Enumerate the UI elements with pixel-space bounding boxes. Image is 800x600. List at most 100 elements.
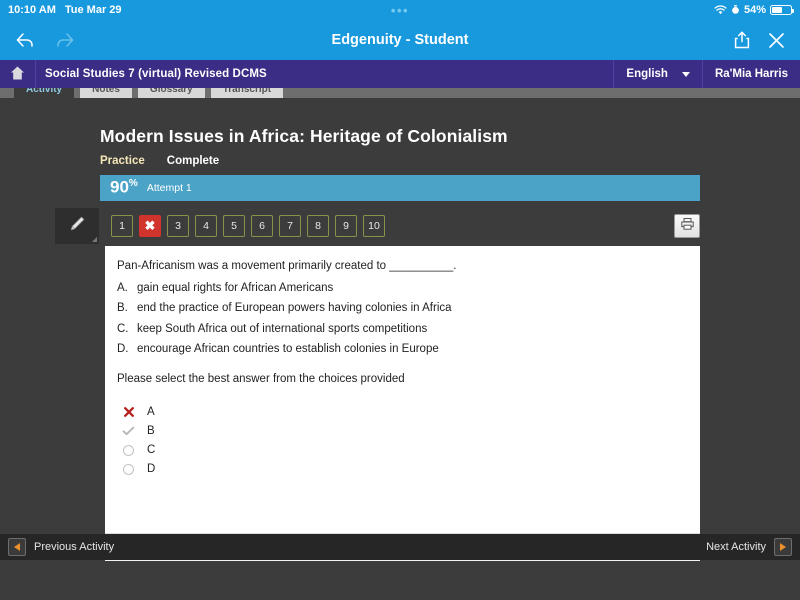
tab-glossary[interactable]: Glossary [137,88,205,98]
question-button-7-label: 7 [287,220,293,232]
tab-notes-label: Notes [92,88,120,95]
previous-triangle-icon [8,538,26,556]
next-triangle-icon [774,538,792,556]
lesson-type-label: Practice [100,155,145,167]
browser-actions [733,30,786,50]
next-activity-button[interactable]: Next Activity [706,538,792,556]
ios-status-bar: 10:10 AM Tue Mar 29 ••• 54% [0,0,800,20]
question-prompt: Please select the best answer from the c… [117,372,405,385]
battery-percent: 54% [743,4,766,16]
status-bar-left: 10:10 AM Tue Mar 29 [8,4,122,16]
radio-unselected-icon-d [122,463,135,475]
answer-option-d-label: D [147,463,156,475]
choice-b-text: end the practice of European powers havi… [137,302,452,315]
correct-check-icon [122,425,135,437]
choice-a-letter: A. [117,282,128,294]
tab-glossary-label: Glossary [149,88,193,95]
question-button-1-label: 1 [119,220,125,232]
chevron-down-icon [681,71,690,77]
question-button-10[interactable]: 10 [363,215,385,237]
choice-b-letter: B. [117,302,128,315]
back-arrow-icon[interactable] [14,30,36,50]
answer-option-b-label: B [147,425,155,437]
activity-tab-strip: Activity Notes Glossary Transcript [0,88,800,98]
tab-activity-label: Activity [26,88,63,95]
question-button-5[interactable]: 5 [223,215,245,237]
share-icon[interactable] [733,30,751,50]
battery-icon [770,5,795,15]
question-button-3[interactable]: 3 [167,215,189,237]
choice-c-text: keep South Africa out of international s… [137,322,428,335]
answer-option-c-label: C [147,444,156,456]
browser-nav-arrows [14,30,76,50]
pencil-icon [67,214,87,239]
close-icon[interactable] [767,31,786,50]
score-value: 90% [110,178,138,197]
radio-unselected-icon-c [122,444,135,456]
choice-d-text: encourage African countries to establish… [137,343,439,356]
answer-option-b[interactable]: B [117,422,700,441]
printer-icon [680,217,695,236]
question-button-1[interactable]: 1 [111,215,133,237]
lesson-header: Modern Issues in Africa: Heritage of Col… [100,126,700,201]
question-button-8[interactable]: 8 [307,215,329,237]
home-icon [9,65,26,84]
answer-options: A B C D [117,403,700,479]
previous-activity-button[interactable]: Previous Activity [8,538,114,556]
choice-b: B. end the practice of European powers h… [117,301,700,315]
choice-c-letter: C. [117,322,129,335]
choice-d: D. encourage African countries to establ… [117,342,700,356]
answer-option-a-label: A [147,406,155,418]
language-selector[interactable]: English [613,60,702,88]
question-button-5-label: 5 [231,220,237,232]
tab-notes[interactable]: Notes [80,88,132,98]
question-button-6[interactable]: 6 [251,215,273,237]
activity-stage: Modern Issues in Africa: Heritage of Col… [0,98,800,561]
answer-option-a[interactable]: A [117,403,700,422]
language-label: English [626,68,668,80]
course-header-bar: Social Studies 7 (virtual) Revised DCMS … [0,60,800,88]
question-button-4-label: 4 [203,220,209,232]
question-panel: Pan-Africanism was a movement primarily … [105,246,700,561]
score-percent-sign: % [128,178,138,190]
highlighter-tool-button[interactable] [55,208,99,244]
forward-arrow-icon[interactable] [54,30,76,50]
question-button-7[interactable]: 7 [279,215,301,237]
question-button-4[interactable]: 4 [195,215,217,237]
alarm-icon [731,5,740,15]
tab-activity[interactable]: Activity [14,88,75,98]
score-bar: 90% Attempt 1 [100,175,700,201]
question-button-3-label: 3 [175,220,181,232]
question-stem: Pan-Africanism was a movement primarily … [117,260,457,272]
incorrect-mark-icon [122,406,135,418]
browser-toolbar: Edgenuity - Student [0,20,800,60]
home-button[interactable] [0,60,36,88]
question-button-2-label: ✖ [144,218,156,233]
choice-c: C. keep South Africa out of internationa… [117,322,700,336]
lesson-meta: Practice Complete [100,155,700,167]
attempt-label: Attempt 1 [146,182,192,194]
tab-transcript[interactable]: Transcript [210,88,284,98]
question-button-2[interactable]: ✖ [139,215,161,237]
previous-activity-label: Previous Activity [34,541,115,553]
course-header-right: English Ra'Mia Harris [613,60,800,88]
wifi-icon [714,5,727,15]
question-content: Pan-Africanism was a movement primarily … [105,246,700,479]
question-button-9-label: 9 [343,220,349,232]
question-button-9[interactable]: 9 [335,215,357,237]
next-activity-label: Next Activity [706,541,766,553]
page-title: Modern Issues in Africa: Heritage of Col… [100,126,508,146]
question-button-10-label: 10 [368,220,380,232]
choice-a: A. gain equal rights for African America… [117,281,700,295]
answer-option-c[interactable]: C [117,441,700,460]
status-time: 10:10 AM [8,4,56,16]
answer-option-d[interactable]: D [117,460,700,479]
user-menu[interactable]: Ra'Mia Harris [701,60,800,88]
user-name: Ra'Mia Harris [714,68,788,80]
print-button[interactable] [674,214,700,238]
choice-a-text: gain equal rights for African Americans [137,282,334,294]
status-date: Tue Mar 29 [64,4,122,16]
question-button-6-label: 6 [259,220,265,232]
lesson-status-label: Complete [166,155,220,167]
question-choice-list: A. gain equal rights for African America… [117,281,700,357]
